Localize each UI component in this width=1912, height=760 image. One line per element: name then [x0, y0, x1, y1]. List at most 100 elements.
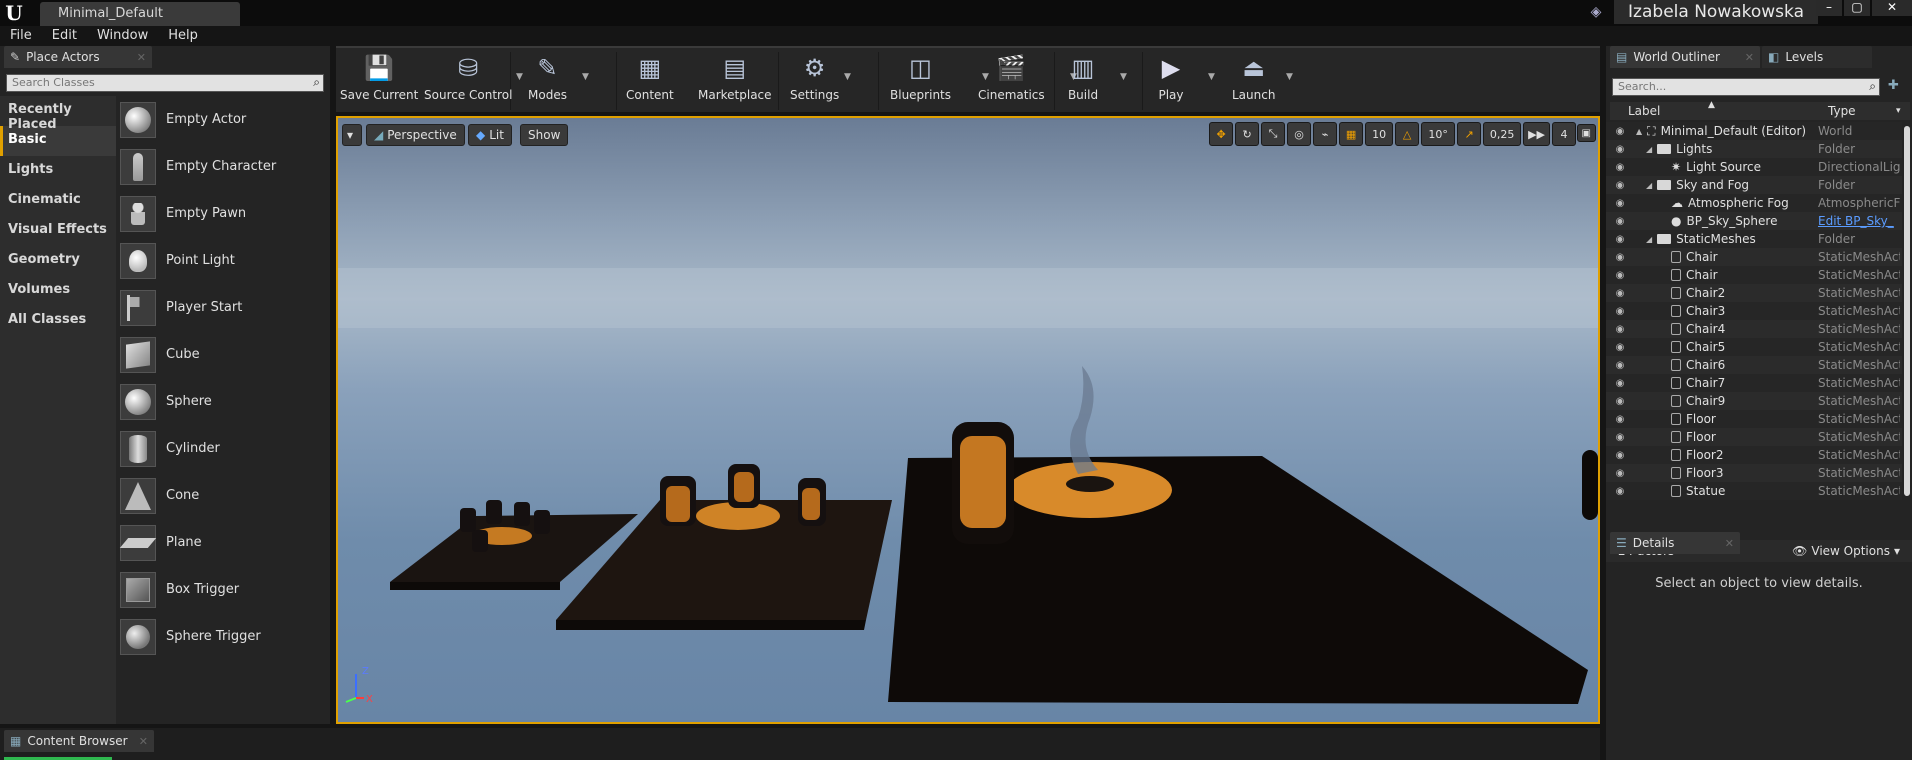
chevron-down-icon[interactable]: ▼ [582, 72, 589, 82]
category-cinematic[interactable]: Cinematic [0, 186, 116, 216]
label-column-header[interactable]: Label [1628, 104, 1660, 118]
category-lights[interactable]: Lights [0, 156, 116, 186]
viewport-options-button[interactable]: ▾ [342, 124, 362, 146]
outliner-row[interactable]: ◉ Chair5 StaticMeshAct [1606, 338, 1902, 356]
scale-snap-value[interactable]: 0,25 [1483, 122, 1522, 146]
visibility-eye-icon[interactable]: ◉ [1612, 360, 1628, 371]
show-button[interactable]: Show [520, 124, 569, 146]
outliner-row[interactable]: ◉ Floor StaticMeshAct [1606, 428, 1902, 446]
visibility-eye-icon[interactable]: ◉ [1612, 270, 1628, 281]
visibility-eye-icon[interactable]: ◉ [1612, 126, 1628, 137]
expand-arrow-icon[interactable]: ◢ [1646, 181, 1652, 190]
rotation-snap-icon[interactable]: △ [1395, 122, 1420, 146]
edit-blueprint-link[interactable]: Edit BP_Sky_ [1818, 214, 1900, 228]
category-geometry[interactable]: Geometry [0, 246, 116, 276]
marketplace-button[interactable]: ▤ Marketplace [698, 52, 772, 110]
visibility-eye-icon[interactable]: ◉ [1612, 342, 1628, 353]
outliner-row[interactable]: ◉ ◢ Sky and Fog Folder [1606, 176, 1902, 194]
visibility-eye-icon[interactable]: ◉ [1612, 486, 1628, 497]
scale-snap-icon[interactable]: ↗ [1457, 122, 1482, 146]
actor-item-cone[interactable]: Cone [120, 472, 326, 519]
launch-button[interactable]: ⏏ Launch [1232, 52, 1275, 110]
translate-icon[interactable]: ✥ [1209, 122, 1234, 146]
rotation-snap-value[interactable]: 10° [1421, 122, 1456, 146]
surface-snap-icon[interactable]: ⌁ [1313, 122, 1338, 146]
world-outliner-tab[interactable]: ▤ World Outliner ✕ [1610, 46, 1760, 68]
outliner-row[interactable]: ◉ Chair6 StaticMeshAct [1606, 356, 1902, 374]
outliner-row[interactable]: ◉ ✷ Light Source DirectionalLig [1606, 158, 1902, 176]
visibility-eye-icon[interactable]: ◉ [1612, 252, 1628, 263]
close-tab-icon[interactable]: ✕ [1745, 51, 1754, 64]
expand-arrow-icon[interactable]: ▲ [1636, 127, 1642, 136]
actor-item-point-light[interactable]: Point Light [120, 237, 326, 284]
visibility-eye-icon[interactable]: ◉ [1612, 306, 1628, 317]
visibility-eye-icon[interactable]: ◉ [1612, 396, 1628, 407]
content-button[interactable]: ▦ Content [626, 52, 674, 110]
outliner-row[interactable]: ◉ ◢ Lights Folder [1606, 140, 1902, 158]
outliner-row[interactable]: ◉ ◢ StaticMeshes Folder [1606, 230, 1902, 248]
place-actors-tab[interactable]: ✎ Place Actors ✕ [4, 46, 152, 68]
outliner-row[interactable]: ◉ ● BP_Sky_Sphere Edit BP_Sky_ [1606, 212, 1902, 230]
outliner-row[interactable]: ◉ Statue StaticMeshAct [1606, 482, 1902, 500]
visibility-eye-icon[interactable]: ◉ [1612, 234, 1628, 245]
actor-item-plane[interactable]: Plane [119, 519, 326, 566]
settings-button[interactable]: ⚙ Settings [790, 52, 839, 110]
chevron-down-icon[interactable]: ▾ [1896, 106, 1901, 116]
menu-edit[interactable]: Edit [42, 26, 87, 46]
outliner-row[interactable]: ◉ Chair StaticMeshAct [1606, 248, 1902, 266]
outliner-row[interactable]: ◉ ☁ Atmospheric Fog AtmosphericFo [1606, 194, 1902, 212]
grid-snap-value[interactable]: 10 [1365, 122, 1394, 146]
outliner-row[interactable]: ◉ Floor2 StaticMeshAct [1606, 446, 1902, 464]
actor-item-sphere[interactable]: Sphere [120, 378, 326, 425]
close-tab-icon[interactable]: ✕ [139, 735, 148, 748]
camera-speed-icon[interactable]: ▶▶ [1523, 122, 1550, 146]
outliner-row[interactable]: ◉ ▲ ⛶ Minimal_Default (Editor) World [1606, 122, 1902, 140]
visibility-eye-icon[interactable]: ◉ [1612, 468, 1628, 479]
actor-item-sphere-trigger[interactable]: Sphere Trigger [120, 613, 326, 660]
content-browser-tab[interactable]: ▦ Content Browser ✕ [4, 730, 154, 752]
minimize-button[interactable]: – [1816, 0, 1842, 16]
rotate-icon[interactable]: ↻ [1235, 122, 1260, 146]
actor-item-empty-actor[interactable]: Empty Actor [120, 96, 326, 143]
visibility-eye-icon[interactable]: ◉ [1612, 162, 1628, 173]
cinematics-button[interactable]: 🎬 Cinematics [978, 52, 1045, 110]
category-all-classes[interactable]: All Classes [0, 306, 116, 336]
modes-button[interactable]: ✎ Modes [528, 52, 567, 110]
grid-snap-icon[interactable]: ▦ [1339, 122, 1364, 146]
outliner-row[interactable]: ◉ Chair9 StaticMeshAct [1606, 392, 1902, 410]
chevron-down-icon[interactable]: ▼ [1208, 72, 1215, 82]
category-volumes[interactable]: Volumes [0, 276, 116, 306]
source-control-button[interactable]: ⛁ Source Control [424, 52, 512, 110]
add-actor-icon[interactable]: ✚ [1888, 78, 1906, 96]
camera-speed-value[interactable]: 4 [1552, 122, 1576, 146]
play-button[interactable]: ▶ Play [1154, 52, 1188, 110]
actor-item-cube[interactable]: Cube [120, 331, 326, 378]
chevron-down-icon[interactable]: ▼ [516, 72, 523, 82]
visibility-eye-icon[interactable]: ◉ [1612, 324, 1628, 335]
outliner-row[interactable]: ◉ Floor StaticMeshAct [1606, 410, 1902, 428]
levels-tab[interactable]: ◧ Levels [1762, 46, 1872, 68]
expand-arrow-icon[interactable]: ◢ [1646, 145, 1652, 154]
category-visual-effects[interactable]: Visual Effects [0, 216, 116, 246]
visibility-eye-icon[interactable]: ◉ [1612, 216, 1628, 227]
close-button[interactable]: ✕ [1872, 0, 1912, 16]
search-classes-input[interactable]: Search Classes ⌕ [6, 74, 324, 92]
actor-item-empty-pawn[interactable]: Empty Pawn [120, 190, 326, 237]
chevron-down-icon[interactable]: ▼ [844, 72, 851, 82]
visibility-eye-icon[interactable]: ◉ [1612, 378, 1628, 389]
scale-icon[interactable]: ⤡ [1261, 122, 1286, 146]
close-tab-icon[interactable]: ✕ [137, 51, 146, 64]
menu-file[interactable]: File [0, 26, 42, 46]
maximize-button[interactable]: ▢ [1844, 0, 1870, 16]
chevron-down-icon[interactable]: ▼ [1120, 72, 1127, 82]
visibility-eye-icon[interactable]: ◉ [1612, 414, 1628, 425]
outliner-row[interactable]: ◉ Chair2 StaticMeshAct [1606, 284, 1902, 302]
type-column-header[interactable]: Type [1828, 104, 1856, 118]
actor-item-player-start[interactable]: Player Start [120, 284, 326, 331]
visibility-eye-icon[interactable]: ◉ [1612, 144, 1628, 155]
details-tab[interactable]: ☰ Details ✕ [1610, 532, 1740, 554]
unreal-logo-icon[interactable]: U [2, 2, 26, 24]
lit-button[interactable]: ◆ Lit [468, 124, 512, 146]
menu-window[interactable]: Window [87, 26, 158, 46]
maximize-viewport-icon[interactable]: ▣ [1576, 124, 1596, 142]
